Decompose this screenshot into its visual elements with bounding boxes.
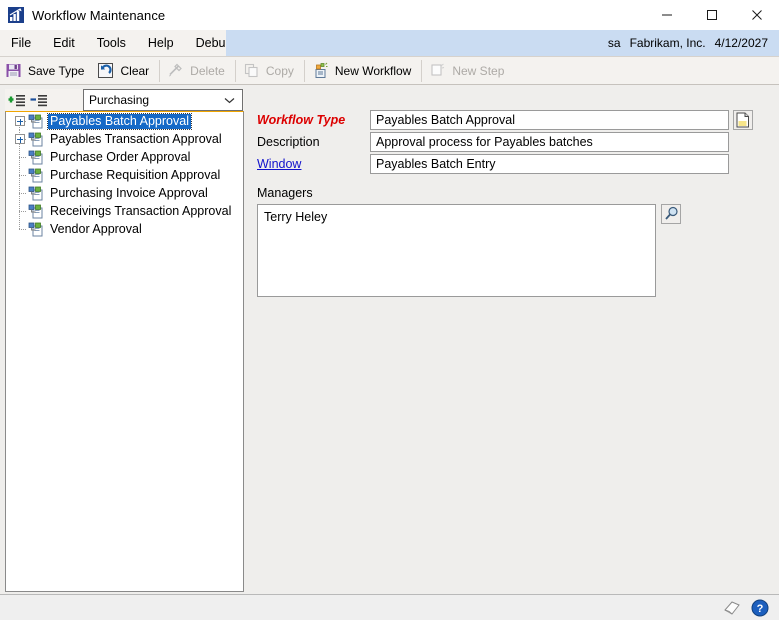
tree-item-label: Payables Transaction Approval [50, 131, 222, 146]
clear-label: Clear [120, 63, 150, 78]
maximize-icon[interactable] [689, 0, 734, 30]
delete-label: Delete [190, 63, 225, 78]
window-controls [644, 0, 779, 30]
collapse-all-icon[interactable] [30, 91, 49, 109]
workflow-node-icon [28, 114, 44, 129]
save-type-button[interactable]: Save Type [0, 58, 92, 84]
title-bar: Workflow Maintenance [0, 0, 779, 30]
expander-icon[interactable] [14, 112, 28, 130]
workflow-node-icon [28, 204, 44, 219]
workflow-node-icon [28, 150, 44, 165]
toolbar-separator [234, 59, 236, 82]
description-label: Description [257, 135, 320, 149]
menu-item-edit[interactable]: Edit [42, 30, 86, 57]
menu-item-list: File Edit Tools Help Debug [0, 30, 243, 56]
new-workflow-icon [312, 62, 329, 79]
minimize-icon[interactable] [644, 0, 689, 30]
workflow-tree[interactable]: Payables Batch Approval Payables Transac… [5, 111, 244, 592]
managers-section: Terry Heley [257, 204, 753, 297]
tree-item-label: Vendor Approval [50, 221, 142, 236]
tree-item-label: Purchase Requisition Approval [50, 167, 221, 182]
menu-status-strip: sa Fabrikam, Inc. 4/12/2027 [226, 30, 779, 56]
delete-icon [167, 62, 184, 79]
description-row: Description Approval process for Payable… [257, 132, 753, 152]
tree-item-purchase-order-approval[interactable]: Purchase Order Approval [6, 148, 243, 166]
tree-item-payables-batch-approval[interactable]: Payables Batch Approval [6, 112, 243, 130]
new-step-button[interactable]: New Step [424, 58, 512, 84]
window-field[interactable]: Payables Batch Entry [370, 154, 729, 174]
tree-item-purchasing-invoice-approval[interactable]: Purchasing Invoice Approval [6, 184, 243, 202]
copy-label: Copy [265, 63, 294, 78]
menu-item-help[interactable]: Help [137, 30, 185, 57]
help-question-icon[interactable]: ? [751, 599, 769, 617]
workflow-type-label: Workflow Type [257, 113, 346, 127]
workflow-chart-icon [8, 7, 24, 23]
svg-text:?: ? [757, 603, 764, 615]
workflow-detail-form: Workflow Type Payables Batch Approval De… [257, 110, 753, 297]
managers-list[interactable]: Terry Heley [257, 204, 656, 297]
workflow-node-icon [28, 168, 44, 183]
save-floppy-icon [5, 62, 22, 79]
tree-item-receivings-transaction-approval[interactable]: Receivings Transaction Approval [6, 202, 243, 220]
tree-item-purchase-requisition-approval[interactable]: Purchase Requisition Approval [6, 166, 243, 184]
menu-item-file[interactable]: File [0, 30, 42, 57]
toolbar-separator [421, 59, 423, 82]
tree-connector [14, 184, 28, 202]
category-select-value: Purchasing [89, 93, 150, 107]
workflow-node-icon [28, 186, 44, 201]
window-row: Window Payables Batch Entry [257, 154, 753, 174]
managers-label: Managers [257, 186, 313, 200]
magnifier-lookup-icon[interactable] [661, 204, 681, 224]
note-icon[interactable] [723, 599, 741, 617]
workflow-node-icon [28, 222, 44, 237]
copy-button[interactable]: Copy [238, 58, 302, 84]
tree-connector [14, 220, 28, 238]
new-step-label: New Step [452, 63, 505, 78]
tree-connector [14, 202, 28, 220]
save-type-label: Save Type [28, 63, 85, 78]
tree-connector [14, 148, 28, 166]
session-company: Fabrikam, Inc. [629, 36, 706, 50]
copy-icon [243, 62, 260, 79]
session-user: sa [607, 36, 621, 50]
window-title: Workflow Maintenance [32, 7, 166, 23]
chevron-down-icon [224, 93, 235, 107]
new-step-icon [429, 62, 446, 79]
toolbar-separator [159, 59, 161, 82]
toolbar: Save Type Clear Delete Copy New Workflow… [0, 57, 779, 85]
tree-item-label: Purchase Order Approval [50, 149, 191, 164]
expander-icon[interactable] [14, 130, 28, 148]
category-select[interactable]: Purchasing [83, 89, 243, 111]
description-field[interactable]: Approval process for Payables batches [370, 132, 729, 152]
tree-item-payables-transaction-approval[interactable]: Payables Transaction Approval [6, 130, 243, 148]
clear-button[interactable]: Clear [92, 58, 157, 84]
workflow-tree-panel: Purchasing Payables Batch Approval Payab… [5, 89, 244, 592]
tree-item-vendor-approval[interactable]: Vendor Approval [6, 220, 243, 238]
status-bar: ? [0, 594, 779, 620]
workflow-maintenance-window: Workflow Maintenance File Edit Tools Hel… [0, 0, 779, 620]
toolbar-filler [512, 57, 779, 84]
workflow-node-icon [28, 132, 44, 147]
menu-bar: File Edit Tools Help Debug sa Fabrikam, I… [0, 30, 779, 57]
tree-item-label: Payables Batch Approval [47, 112, 192, 130]
list-item[interactable]: Terry Heley [264, 210, 655, 224]
window-link-label[interactable]: Window [257, 154, 370, 174]
new-workflow-button[interactable]: New Workflow [307, 58, 419, 84]
tree-toolbar: Purchasing [5, 89, 244, 111]
session-date: 4/12/2027 [714, 36, 768, 50]
note-document-icon[interactable] [733, 110, 753, 130]
menu-item-tools[interactable]: Tools [86, 30, 137, 57]
new-workflow-label: New Workflow [334, 63, 412, 78]
tree-connector [14, 166, 28, 184]
workflow-type-row: Workflow Type Payables Batch Approval [257, 110, 753, 130]
expand-all-icon[interactable] [8, 91, 27, 109]
delete-button[interactable]: Delete [162, 58, 233, 84]
toolbar-separator [303, 59, 305, 82]
tree-item-label: Purchasing Invoice Approval [50, 185, 208, 200]
clear-undo-icon [97, 62, 114, 79]
session-info: sa Fabrikam, Inc. 4/12/2027 [599, 36, 779, 50]
tree-item-label: Receivings Transaction Approval [50, 203, 232, 218]
workflow-type-field[interactable]: Payables Batch Approval [370, 110, 729, 130]
close-icon[interactable] [734, 0, 779, 30]
